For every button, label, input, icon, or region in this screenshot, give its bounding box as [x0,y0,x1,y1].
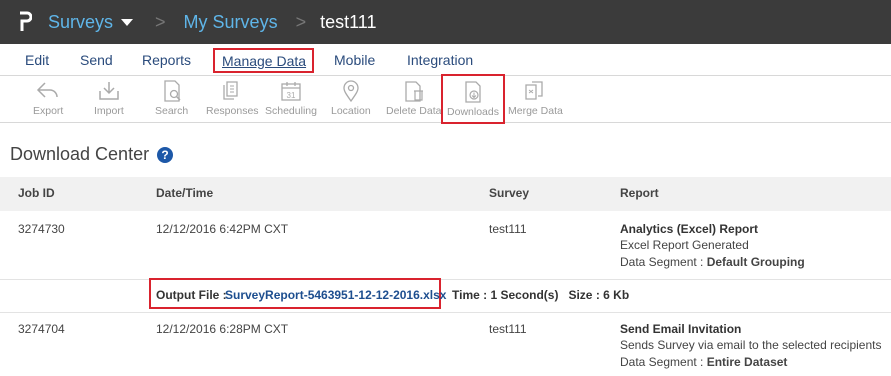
breadcrumb-current-survey: test111 [320,11,377,32]
merge-icon [525,81,544,100]
tab-mobile[interactable]: Mobile [334,52,375,68]
date-time-cell: 12/12/2016 6:28PM CXT [156,322,289,336]
import-button[interactable]: Import [94,79,124,117]
tab-edit[interactable]: Edit [25,52,49,68]
job-id-cell: 3274730 [18,222,65,236]
app-name[interactable]: Surveys [48,12,113,33]
output-file-label: Output File : [156,288,227,302]
manage-data-toolbar: Export Import Search Responses 31 Schedu… [0,74,891,124]
merge-data-button[interactable]: Merge Data [508,79,563,117]
row-divider [0,312,891,313]
page-title: Download Center ? [10,144,174,165]
calendar-icon: 31 [281,82,301,101]
delete-data-button[interactable]: Delete Data [386,79,441,117]
column-header-survey: Survey [489,186,530,200]
downloads-button[interactable]: Downloads [441,74,505,124]
merge-data-label: Merge Data [508,105,563,117]
export-button[interactable]: Export [33,79,63,117]
search-icon [163,80,181,102]
caret-down-icon[interactable] [121,18,134,26]
data-segment-value: Entire Dataset [706,355,788,369]
scheduling-button[interactable]: 31 Scheduling [265,79,317,117]
search-button[interactable]: Search [155,79,188,117]
location-label: Location [331,105,371,117]
main-tabs: Edit Send Reports Manage Data Mobile Int… [0,44,891,76]
data-segment-label: Data Segment : [620,355,707,369]
data-segment-value: Default Grouping [706,255,805,269]
data-segment-label: Data Segment : [620,255,707,269]
report-title: Send Email Invitation [620,322,742,336]
survey-cell: test111 [489,322,527,336]
report-description: Excel Report Generated [620,238,749,252]
scheduling-label: Scheduling [265,105,317,117]
trash-icon [405,81,423,102]
responses-button[interactable]: Responses [206,79,259,117]
data-segment: Data Segment : Default Grouping [620,255,805,269]
tab-manage-data[interactable]: Manage Data [213,48,315,73]
column-header-date-time: Date/Time [156,186,214,200]
data-segment: Data Segment : Entire Dataset [620,355,787,369]
map-pin-icon [343,80,359,103]
column-header-report: Report [620,186,659,200]
table-header: Job ID Date/Time Survey Report [0,177,891,211]
tab-integration[interactable]: Integration [407,52,473,68]
breadcrumb-separator: > [295,11,307,32]
download-icon [465,81,481,103]
responses-label: Responses [206,105,259,117]
survey-cell: test111 [489,222,527,236]
export-label: Export [33,105,64,117]
app-logo-icon[interactable] [18,11,33,33]
time-size-info: Time : 1 Second(s) Size : 6 Kb [452,288,630,302]
export-icon [37,82,58,98]
import-label: Import [94,105,124,117]
help-icon[interactable]: ? [157,146,174,163]
job-id-cell: 3274704 [18,322,65,336]
downloads-label: Downloads [447,106,499,118]
search-label: Search [155,105,189,117]
breadcrumb-my-surveys[interactable]: My Surveys [184,12,278,33]
tab-send[interactable]: Send [80,52,113,68]
responses-icon [223,81,238,100]
report-description: Sends Survey via email to the selected r… [620,338,882,352]
location-button[interactable]: Location [331,79,371,117]
top-navigation-bar: Surveys > My Surveys > test111 [0,0,891,44]
breadcrumb-separator: > [155,11,166,32]
import-icon [99,82,119,100]
app-switcher[interactable]: Surveys [48,12,134,33]
svg-text:31: 31 [287,91,296,100]
download-center-title: Download Center [10,144,150,164]
date-time-cell: 12/12/2016 6:42PM CXT [156,222,289,236]
row-divider [0,279,891,280]
output-file-link[interactable]: SurveyReport-5463951-12-12-2016.xlsx [225,288,446,302]
report-title: Analytics (Excel) Report [620,222,759,236]
tab-reports[interactable]: Reports [142,52,191,68]
column-header-job-id: Job ID [18,186,55,200]
delete-data-label: Delete Data [386,105,442,117]
